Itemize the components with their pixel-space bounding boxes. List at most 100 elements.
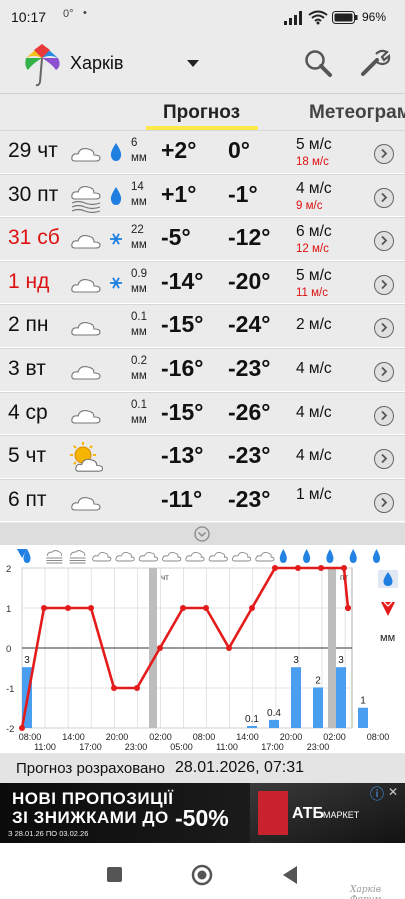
city-name[interactable]: Харків bbox=[70, 53, 123, 74]
precip-bar-label: 3 bbox=[24, 655, 30, 666]
fog-icon bbox=[46, 550, 63, 564]
ad-banner[interactable]: НОВІ ПРОПОЗИЦІЇ ЗІ ЗНИЖКАМИ ДО -50% З 28… bbox=[0, 783, 405, 843]
day-label: 3 вт bbox=[8, 357, 46, 380]
precip-amount: 0.2 мм bbox=[131, 355, 147, 382]
cloud-icon bbox=[115, 551, 135, 562]
day-row[interactable]: 3 вт 0.2 мм -16° -23° 4 м/с bbox=[0, 348, 405, 392]
x-tick-label-bottom: 11:00 bbox=[34, 742, 56, 752]
precip-bar bbox=[358, 707, 368, 728]
wind-point bbox=[272, 565, 278, 571]
ad-dates: З 28.01.26 ПО 03.02.26 bbox=[8, 829, 89, 838]
precip-amount: 0.9 мм bbox=[131, 267, 147, 295]
day-row[interactable]: 1 нд 0.9 мм -14° -20° 5 м/с 11 м/с bbox=[0, 260, 405, 305]
tab-meteogram[interactable]: Метеограма bbox=[309, 102, 405, 124]
cloud-icon bbox=[71, 496, 101, 511]
row-details-button[interactable] bbox=[374, 187, 394, 208]
y-tick-label: 0 bbox=[6, 644, 11, 655]
row-details-button[interactable] bbox=[374, 492, 394, 513]
row-details-button[interactable] bbox=[374, 362, 394, 382]
ad-line2: ЗІ ЗНИЖКАМИ ДО bbox=[12, 808, 169, 827]
wrench-settings-icon[interactable] bbox=[359, 48, 391, 78]
wind-gust: 18 м/с bbox=[296, 156, 329, 168]
temp-min: -24° bbox=[228, 311, 271, 338]
tab-bar: Прогноз Метеограма bbox=[0, 94, 405, 130]
temp-max: -11° bbox=[161, 485, 203, 512]
precip-bar bbox=[291, 667, 301, 728]
fog-icon bbox=[69, 550, 86, 564]
temp-min: -23° bbox=[228, 442, 271, 469]
wind-speed: 6 м/с bbox=[296, 223, 332, 241]
recents-icon[interactable] bbox=[107, 867, 122, 882]
temp-max: +1° bbox=[161, 180, 197, 207]
forecast-calc-datetime: 28.01.2026, 07:31 bbox=[175, 759, 305, 776]
status-temp: 0° bbox=[63, 8, 74, 20]
y-tick-label: -1 bbox=[6, 684, 14, 695]
wind-speed: 5 м/с bbox=[296, 266, 332, 284]
cloud-icon bbox=[71, 322, 101, 336]
snowflake-icon bbox=[110, 277, 122, 289]
wind-point bbox=[226, 645, 232, 651]
row-details-button[interactable] bbox=[374, 231, 394, 252]
temp-min: -12° bbox=[228, 224, 271, 251]
search-icon[interactable] bbox=[303, 48, 333, 78]
day-row[interactable]: 6 пт -11° -23° 1 м/с bbox=[0, 478, 405, 523]
battery-icon bbox=[332, 11, 358, 24]
ad-brand-sub: МАРКЕТ bbox=[323, 810, 360, 820]
wind-point bbox=[341, 565, 347, 571]
x-tick-label-top: 20:00 bbox=[280, 732, 303, 742]
chevron-right-icon bbox=[381, 454, 388, 464]
wind-speed: 5 м/с bbox=[296, 136, 332, 153]
wind-point bbox=[295, 565, 301, 571]
wind-point bbox=[345, 605, 351, 611]
ad-store-sign bbox=[258, 791, 288, 835]
app-bar: Харків bbox=[0, 34, 405, 94]
x-tick-label-bottom: 11:00 bbox=[216, 742, 238, 752]
day-row[interactable]: 2 пн 0.1 мм -15° -24° 2 м/с bbox=[0, 304, 405, 348]
home-icon[interactable] bbox=[191, 864, 213, 886]
fog-cloud-icon bbox=[71, 185, 101, 213]
tab-forecast[interactable]: Прогноз bbox=[163, 102, 240, 124]
wind-point bbox=[134, 685, 140, 691]
chevron-right-icon bbox=[381, 497, 388, 507]
signal-icon bbox=[284, 11, 302, 25]
wind-point bbox=[88, 605, 94, 611]
temp-max: -14° bbox=[161, 267, 204, 294]
temp-max: +2° bbox=[161, 137, 197, 163]
x-tick-label-top: 08:00 bbox=[367, 732, 390, 742]
wind-speed: 1 м/с bbox=[296, 485, 332, 503]
row-details-button[interactable] bbox=[374, 449, 394, 470]
row-details-button[interactable] bbox=[374, 318, 394, 339]
temp-min: -23° bbox=[228, 355, 271, 381]
wind-point bbox=[203, 605, 209, 611]
ad-info-icon[interactable]: ⓘ bbox=[370, 784, 384, 804]
wind-point bbox=[41, 605, 47, 611]
day-row[interactable]: 29 чт 6 мм +2° 0° 5 м/с 18 м/с bbox=[0, 130, 405, 174]
row-details-button[interactable] bbox=[374, 274, 394, 295]
chevron-right-icon bbox=[381, 279, 388, 289]
cloud-icon bbox=[185, 551, 205, 562]
temp-min: -23° bbox=[228, 485, 271, 512]
precip-amount: 14 мм bbox=[131, 180, 147, 208]
day-row[interactable]: 5 чт -13° -23° 4 м/с bbox=[0, 435, 405, 479]
wind-speed: 4 м/с bbox=[296, 403, 332, 421]
drop-icon bbox=[279, 549, 287, 563]
row-details-button[interactable] bbox=[374, 144, 394, 164]
cloud-icon bbox=[71, 409, 101, 424]
row-details-button[interactable] bbox=[374, 405, 394, 426]
day-row[interactable]: 31 сб 22 мм -5° -12° 6 м/с 12 м/с bbox=[0, 217, 405, 261]
ad-close-icon[interactable]: ✕ bbox=[388, 785, 398, 799]
drop-icon bbox=[110, 143, 122, 161]
expand-bar[interactable] bbox=[0, 523, 405, 545]
forecast-list: 29 чт 6 мм +2° 0° 5 м/с 18 м/с 30 пт 14 мм +1° -1… bbox=[0, 130, 405, 523]
legend-precip-unit: мм bbox=[380, 632, 395, 644]
temp-min: -20° bbox=[228, 267, 271, 294]
dropdown-arrow-icon[interactable] bbox=[187, 60, 199, 68]
chevron-down-icon[interactable] bbox=[194, 526, 210, 542]
back-icon[interactable] bbox=[282, 865, 298, 885]
cloud-icon bbox=[71, 235, 101, 249]
x-tick-label-top: 08:00 bbox=[193, 732, 216, 742]
precip-bar-label: 3 bbox=[338, 655, 344, 666]
x-tick-label-top: 08:00 bbox=[19, 732, 42, 742]
day-row[interactable]: 30 пт 14 мм +1° -1° 4 м/с 9 м/с bbox=[0, 173, 405, 218]
day-row[interactable]: 4 ср 0.1 мм -15° -26° 4 м/с bbox=[0, 391, 405, 436]
